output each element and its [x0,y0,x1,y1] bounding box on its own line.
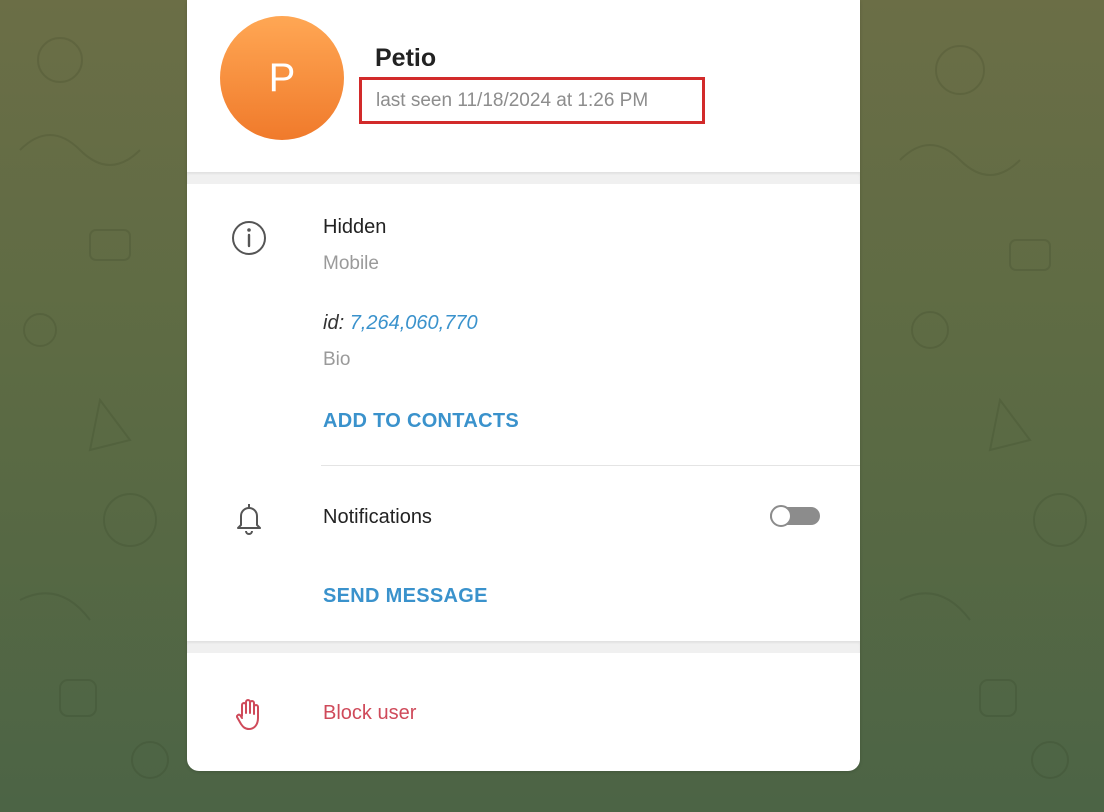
user-name: Petio [375,44,437,72]
user-id-label: id: [323,312,345,334]
user-id[interactable]: id: 7,264,060,770 [323,312,478,335]
phone-value[interactable]: Hidden [323,216,386,239]
hand-stop-icon [236,699,259,730]
separator-line [321,465,860,466]
add-to-contacts-button[interactable]: ADD TO CONTACTS [323,410,519,433]
avatar-initial: P [268,55,296,100]
notifications-label: Notifications [323,506,432,528]
profile-header: P Petio last seen 11/18/2024 at 1:26 PM [187,0,860,172]
send-message-button[interactable]: SEND MESSAGE [323,585,488,608]
phone-label: Mobile [323,253,379,274]
bell-icon [237,504,261,535]
info-icon [232,221,266,255]
bio-label: Bio [323,349,351,370]
notifications-toggle[interactable] [769,504,821,528]
user-id-value[interactable]: 7,264,060,770 [350,312,478,334]
user-info-panel: P Petio last seen 11/18/2024 at 1:26 PM … [187,0,860,771]
last-seen-text: last seen 11/18/2024 at 1:26 PM [376,89,649,111]
last-seen-status-highlighted: last seen 11/18/2024 at 1:26 PM [359,77,705,124]
section-divider [187,641,860,653]
avatar[interactable]: P [220,16,344,140]
section-divider [187,172,860,184]
block-user-button[interactable]: Block user [323,702,416,725]
